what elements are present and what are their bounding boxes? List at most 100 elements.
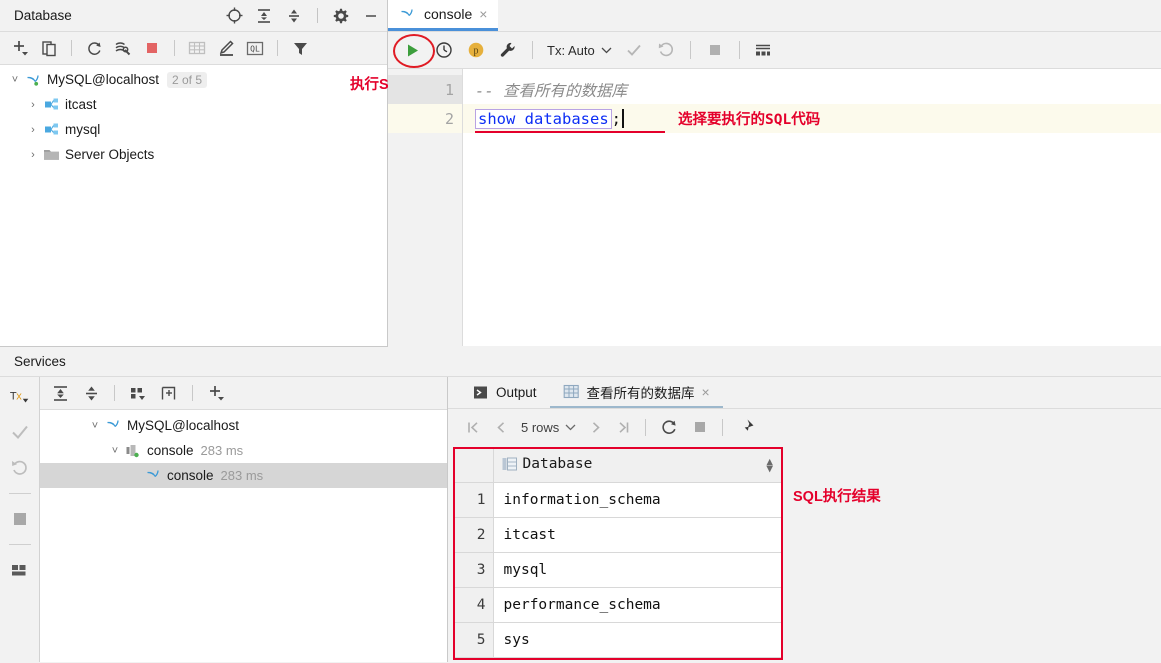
services-node-mysql-localhost[interactable]: ˅ MySQL@localhost (40, 413, 447, 438)
chevron-right-icon[interactable]: › (24, 124, 42, 136)
row-number: 4 (455, 587, 494, 623)
data-editor-icon[interactable] (754, 40, 774, 60)
expand-all-icon[interactable] (254, 6, 274, 26)
tree-node-itcast[interactable]: › itcast (0, 92, 387, 117)
last-page-icon[interactable] (616, 420, 631, 435)
results-grid-wrapper: Database ▲ ▼ 1 information_schema 2 itca… (448, 445, 1161, 662)
chevron-down-icon[interactable]: ˅ (106, 445, 124, 457)
history-icon[interactable] (434, 40, 454, 60)
close-icon[interactable]: × (702, 385, 710, 399)
cell-database-name[interactable]: performance_schema (493, 587, 781, 623)
services-node-console-session[interactable]: ˅ console 283 ms (40, 438, 447, 463)
first-page-icon[interactable] (466, 420, 481, 435)
add-icon[interactable] (10, 38, 30, 58)
parameters-icon[interactable]: p (466, 40, 486, 60)
minimize-icon[interactable] (361, 6, 381, 26)
cell-database-name[interactable]: mysql (493, 552, 781, 588)
sort-indicator-icon[interactable]: ▲ ▼ (766, 456, 773, 474)
rollback-icon[interactable] (8, 457, 32, 479)
sql-editor[interactable]: 1 2 -- 查看所有的数据库 show databases; 选择要执行的SQ… (388, 69, 1161, 346)
pin-icon[interactable] (737, 418, 755, 436)
run-icon[interactable] (402, 40, 422, 60)
stop-icon[interactable] (692, 419, 708, 435)
query-console-icon[interactable]: QL (245, 38, 265, 58)
tx-icon[interactable]: Tx (8, 385, 32, 407)
stop-icon[interactable] (8, 508, 32, 530)
table-row[interactable]: 3 mysql (455, 552, 781, 588)
row-count-selector[interactable]: 5 rows (521, 420, 576, 435)
tree-node-label: MySQL@localhost (47, 72, 159, 87)
table-row[interactable]: 5 sys (455, 622, 781, 658)
wrench-icon[interactable] (498, 40, 518, 60)
group-icon[interactable] (128, 383, 148, 403)
annotation-sql-result: SQL执行结果 (793, 489, 881, 505)
row-number-header (455, 449, 494, 483)
cell-database-name[interactable]: information_schema (493, 482, 781, 518)
editor-code[interactable]: -- 查看所有的数据库 show databases; 选择要执行的SQL代码 (463, 69, 1161, 346)
code-line-2[interactable]: show databases; 选择要执行的SQL代码 (463, 104, 1161, 133)
copy-icon[interactable] (39, 38, 59, 58)
line-number: 2 (444, 109, 454, 128)
divider (689, 41, 691, 59)
tx-mode-label: Tx: Auto (547, 42, 595, 58)
tree-node-mysql[interactable]: › mysql (0, 117, 387, 142)
collapse-all-icon[interactable] (81, 383, 101, 403)
gear-icon[interactable] (331, 6, 351, 26)
tree-node-mysql-localhost[interactable]: ˅ MySQL@localhost 2 of 5 (0, 67, 387, 92)
services-side-rail: Tx (0, 377, 40, 662)
folder-icon (42, 147, 62, 162)
schema-icon (42, 122, 62, 137)
divider (277, 40, 278, 56)
cell-database-name[interactable]: sys (493, 622, 781, 658)
services-node-console-statement[interactable]: console 283 ms (40, 463, 447, 488)
tx-mode-selector[interactable]: Tx: Auto (547, 43, 612, 58)
column-header-label: Database (522, 455, 593, 472)
commit-icon[interactable] (8, 421, 32, 443)
cell-database-name[interactable]: itcast (493, 517, 781, 553)
tab-console[interactable]: console × (388, 0, 499, 31)
table-row[interactable]: 2 itcast (455, 517, 781, 553)
column-header-database[interactable]: Database ▲ ▼ (493, 449, 781, 483)
chevron-right-icon[interactable]: › (24, 149, 42, 161)
divider (114, 385, 115, 401)
output-icon (473, 385, 489, 400)
expand-all-icon[interactable] (50, 383, 70, 403)
next-page-icon[interactable] (590, 420, 602, 435)
add-icon[interactable] (206, 383, 226, 403)
chevron-down-icon[interactable]: ˅ (6, 74, 24, 86)
row-count-label: 5 rows (521, 419, 560, 435)
filter-icon[interactable] (290, 38, 310, 58)
stop-icon[interactable] (705, 40, 725, 60)
table-row[interactable]: 1 information_schema (455, 482, 781, 518)
divider (71, 40, 72, 56)
rollback-icon[interactable] (656, 40, 676, 60)
close-icon[interactable]: × (479, 7, 487, 21)
tab-query-result[interactable]: 查看所有的数据库 × (549, 377, 723, 408)
editor-area: console × p Tx: Auto 执行SQL 1 2 -- 查看所有的数… (350, 0, 1161, 347)
results-grid[interactable]: Database ▲ ▼ 1 information_schema 2 itca… (453, 447, 783, 660)
table-row[interactable]: 4 performance_schema (455, 587, 781, 623)
add-frame-icon[interactable] (159, 383, 179, 403)
sql-statement-selection[interactable]: show databases (475, 108, 612, 129)
tree-node-label: itcast (65, 97, 97, 112)
locate-icon[interactable] (224, 6, 244, 26)
divider (532, 41, 533, 59)
sync-tool-icon[interactable] (113, 38, 133, 58)
tab-output[interactable]: Output (460, 377, 550, 408)
prev-page-icon[interactable] (495, 420, 507, 435)
collapse-all-icon[interactable] (284, 6, 304, 26)
reload-icon[interactable] (660, 418, 678, 436)
stop-icon[interactable] (142, 38, 162, 58)
services-node-label: MySQL@localhost (127, 418, 239, 433)
table-icon[interactable] (187, 38, 207, 58)
layout-icon[interactable] (8, 559, 32, 581)
chevron-down-icon[interactable]: ˅ (86, 420, 104, 432)
refresh-icon[interactable] (84, 38, 104, 58)
row-number: 2 (455, 517, 494, 553)
session-icon (124, 443, 144, 458)
divider (174, 40, 175, 56)
edit-icon[interactable] (216, 38, 236, 58)
commit-icon[interactable] (624, 40, 644, 60)
chevron-right-icon[interactable]: › (24, 99, 42, 111)
tree-node-server-objects[interactable]: › Server Objects (0, 142, 387, 167)
